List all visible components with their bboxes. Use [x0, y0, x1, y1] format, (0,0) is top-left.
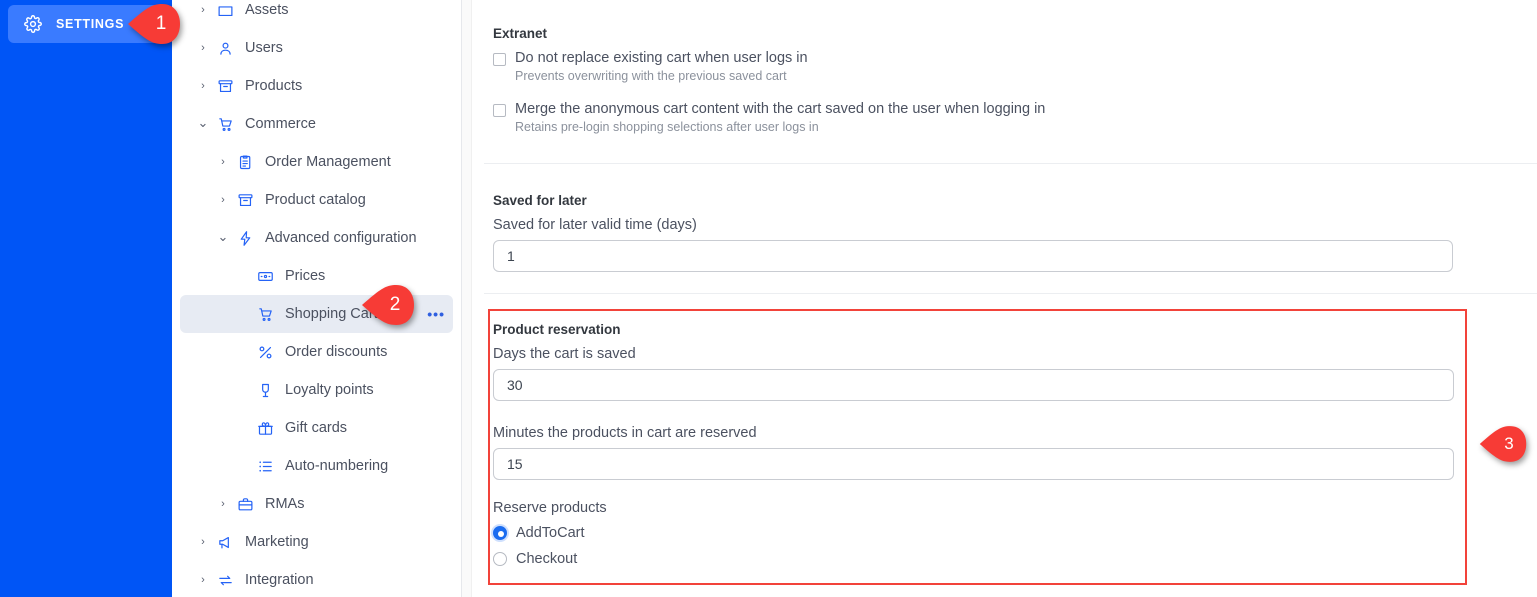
- extranet-section-title: Extranet: [493, 26, 548, 41]
- briefcase-icon: [236, 495, 254, 513]
- merge-anonymous-cart-checkbox[interactable]: [493, 104, 506, 117]
- chevron-right-icon[interactable]: ›: [216, 156, 230, 168]
- clipboard-icon: [236, 153, 254, 171]
- cart-icon: [216, 115, 234, 133]
- reserve-option-addtocart[interactable]: AddToCart: [493, 522, 1454, 544]
- reserve-option-addtocart-label: AddToCart: [516, 525, 585, 541]
- tree-item-advanced-configuration[interactable]: ⌄ Advanced configuration: [180, 219, 453, 257]
- minutes-reserved-input[interactable]: [493, 448, 1454, 480]
- tree-item-integration[interactable]: › Integration: [180, 561, 453, 597]
- annotation-marker-3: 3: [1478, 424, 1528, 464]
- chevron-down-icon[interactable]: ⌄: [196, 116, 210, 129]
- section-divider-2: [484, 293, 1537, 294]
- saved-for-later-days-input[interactable]: [493, 240, 1453, 272]
- tree-item-label: Prices: [285, 268, 326, 284]
- tree-item-label: Integration: [245, 572, 314, 588]
- days-cart-saved-label: Days the cart is saved: [493, 346, 636, 362]
- price-tag-icon: [256, 267, 274, 285]
- reserve-option-checkout[interactable]: Checkout: [493, 548, 1454, 570]
- reserve-option-checkout-label: Checkout: [516, 551, 578, 567]
- tree-item-label: Order Management: [265, 154, 391, 170]
- tree-item-commerce[interactable]: ⌄ Commerce: [180, 105, 453, 143]
- product-reservation-title: Product reservation: [493, 322, 621, 337]
- tree-item-rmas[interactable]: › RMAs: [180, 485, 453, 523]
- annotation-marker-1: 1: [126, 2, 182, 46]
- settings-button-label: SETTINGS: [56, 17, 125, 31]
- tree-item-label: Order discounts: [285, 344, 388, 360]
- do-not-replace-cart-help: Prevents overwriting with the previous s…: [515, 69, 787, 83]
- tree-item-order-discounts[interactable]: Order discounts: [180, 333, 453, 371]
- annotation-marker-3-label: 3: [1504, 434, 1514, 453]
- saved-for-later-section: Saved for later Saved for later valid ti…: [493, 193, 1453, 272]
- cart-icon: [256, 305, 274, 323]
- tree-item-product-catalog[interactable]: › Product catalog: [180, 181, 453, 219]
- lightning-icon: [236, 229, 254, 247]
- tree-item-label: Commerce: [245, 116, 316, 132]
- user-icon: [216, 39, 234, 57]
- saved-for-later-field-label: Saved for later valid time (days): [493, 217, 697, 233]
- chevron-down-icon[interactable]: ⌄: [216, 230, 230, 243]
- tree-item-order-management[interactable]: › Order Management: [180, 143, 453, 181]
- tree-item-assets[interactable]: › Assets: [180, 0, 453, 29]
- reserve-option-checkout-radio[interactable]: [493, 552, 507, 566]
- gift-icon: [256, 419, 274, 437]
- app-root: SETTINGS › Assets › Users › Products ⌄ Commerce…: [0, 0, 1537, 597]
- section-divider-1: [484, 163, 1537, 164]
- tree-item-label: Users: [245, 40, 283, 56]
- primary-nav-rail: SETTINGS: [0, 0, 172, 597]
- gear-icon: [24, 15, 42, 33]
- annotation-marker-2: 2: [360, 283, 416, 327]
- do-not-replace-cart-row[interactable]: Do not replace existing cart when user l…: [493, 50, 1453, 66]
- tree-item-label: RMAs: [265, 496, 305, 512]
- tree-item-products[interactable]: › Products: [180, 67, 453, 105]
- minutes-reserved-label: Minutes the products in cart are reserve…: [493, 425, 757, 441]
- product-reservation-section: Product reservation Days the cart is sav…: [493, 322, 1454, 570]
- extranet-section: Extranet Do not replace existing cart wh…: [493, 26, 1453, 134]
- merge-anonymous-cart-row[interactable]: Merge the anonymous cart content with th…: [493, 101, 1453, 117]
- tree-item-label: Products: [245, 78, 303, 94]
- tree-item-label: Advanced configuration: [265, 230, 417, 246]
- tree-item-marketing[interactable]: › Marketing: [180, 523, 453, 561]
- merge-anonymous-cart-label: Merge the anonymous cart content with th…: [515, 101, 1046, 117]
- exchange-icon: [216, 571, 234, 589]
- chevron-right-icon[interactable]: ›: [196, 574, 210, 586]
- loyalty-badge-icon: [256, 381, 274, 399]
- chevron-right-icon[interactable]: ›: [216, 194, 230, 206]
- tree-item-overflow-menu-icon[interactable]: •••: [427, 307, 445, 321]
- box-icon: [216, 77, 234, 95]
- chevron-right-icon[interactable]: ›: [196, 80, 210, 92]
- list-icon: [256, 457, 274, 475]
- percent-icon: [256, 343, 274, 361]
- tree-item-users[interactable]: › Users: [180, 29, 453, 67]
- tree-item-label: Assets: [245, 2, 289, 18]
- reserve-option-addtocart-radio[interactable]: [493, 526, 507, 540]
- days-cart-saved-input[interactable]: [493, 369, 1454, 401]
- chevron-right-icon[interactable]: ›: [196, 536, 210, 548]
- tree-item-label: Loyalty points: [285, 382, 374, 398]
- tree-item-label: Product catalog: [265, 192, 366, 208]
- tree-item-auto-numbering[interactable]: Auto-numbering: [180, 447, 453, 485]
- merge-anonymous-cart-help: Retains pre-login shopping selections af…: [515, 120, 819, 134]
- box-icon: [236, 191, 254, 209]
- do-not-replace-cart-label: Do not replace existing cart when user l…: [515, 50, 808, 66]
- tree-item-gift-cards[interactable]: Gift cards: [180, 409, 453, 447]
- annotation-marker-1-label: 1: [155, 13, 167, 34]
- chevron-right-icon[interactable]: ›: [196, 4, 210, 16]
- tree-item-label: Marketing: [245, 534, 309, 550]
- chevron-right-icon[interactable]: ›: [216, 498, 230, 510]
- annotation-marker-2-label: 2: [389, 294, 401, 315]
- chevron-right-icon[interactable]: ›: [196, 42, 210, 54]
- tree-item-label: Auto-numbering: [285, 458, 389, 474]
- tree-item-label: Gift cards: [285, 420, 348, 436]
- settings-tree-panel[interactable]: › Assets › Users › Products ⌄ Commerce › Order Ma…: [172, 0, 462, 597]
- content-scroll-gutter[interactable]: [462, 0, 472, 597]
- do-not-replace-cart-checkbox[interactable]: [493, 53, 506, 66]
- tree-item-loyalty-points[interactable]: Loyalty points: [180, 371, 453, 409]
- reserve-products-label: Reserve products: [493, 500, 607, 516]
- folder-icon: [216, 1, 234, 19]
- saved-for-later-title: Saved for later: [493, 193, 587, 208]
- megaphone-icon: [216, 533, 234, 551]
